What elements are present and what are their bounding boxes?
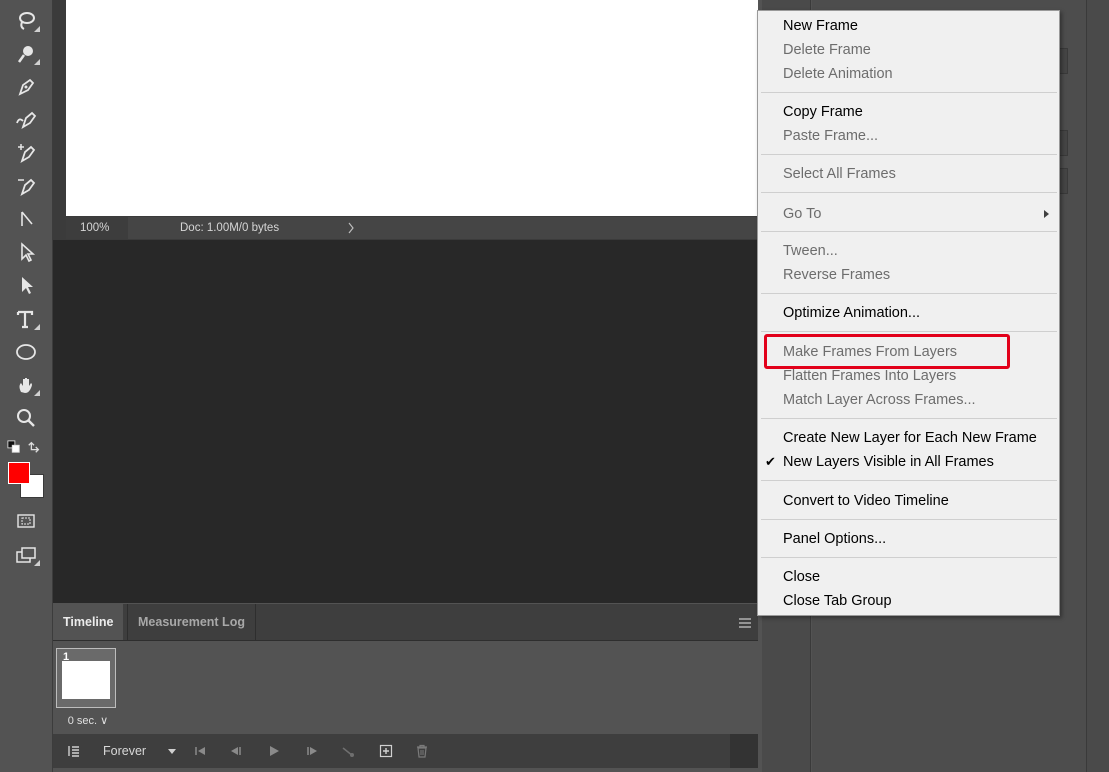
freeform-pen-icon[interactable] — [12, 107, 40, 133]
menu-item-go-to[interactable]: Go To — [758, 202, 1059, 226]
menu-separator — [761, 480, 1057, 481]
lasso-icon[interactable] — [12, 8, 40, 34]
menu-separator — [761, 519, 1057, 520]
delete-anchor-point-icon[interactable] — [12, 173, 40, 199]
menu-separator — [761, 418, 1057, 419]
pen-icon[interactable] — [12, 74, 40, 100]
path-selection-icon[interactable] — [12, 239, 40, 265]
document-status-bar: 100% Doc: 1.00M/0 bytes — [66, 217, 758, 239]
direct-selection-icon[interactable] — [12, 272, 40, 298]
ellipse-icon[interactable] — [12, 339, 40, 365]
tab-timeline[interactable]: Timeline — [53, 604, 124, 640]
duplicate-frame-icon[interactable] — [377, 734, 395, 768]
menu-item-delete-frame[interactable]: Delete Frame — [758, 38, 1059, 62]
menu-item-optimize-animation[interactable]: Optimize Animation... — [758, 301, 1059, 325]
menu-item-delete-animation[interactable]: Delete Animation — [758, 62, 1059, 86]
menu-item-create-new-layer-each-frame[interactable]: Create New Layer for Each New Frame — [758, 426, 1059, 450]
trash-icon[interactable] — [413, 734, 431, 768]
menu-separator — [761, 331, 1057, 332]
tools-panel — [0, 0, 53, 772]
swap-colors-icon[interactable] — [26, 437, 42, 457]
add-anchor-point-icon[interactable] — [12, 140, 40, 166]
timeline-tab-bar: Timeline Measurement Log — [53, 604, 758, 641]
hand-rotate-icon[interactable] — [12, 372, 40, 398]
chevron-down-icon: ∨ — [100, 715, 109, 727]
menu-item-paste-frame[interactable]: Paste Frame... — [758, 124, 1059, 148]
timeline-controls: Forever — [53, 734, 758, 768]
menu-item-convert-to-video-timeline[interactable]: Convert to Video Timeline — [758, 489, 1059, 513]
timeline-controls-end — [730, 734, 758, 768]
menu-item-new-layers-visible[interactable]: ✔ New Layers Visible in All Frames — [758, 450, 1059, 474]
menu-separator — [761, 92, 1057, 93]
menu-item-tween[interactable]: Tween... — [758, 239, 1059, 263]
foreground-color-swatch[interactable] — [8, 462, 30, 484]
panel-scrollbar[interactable] — [1086, 0, 1109, 772]
menu-item-close[interactable]: Close — [758, 565, 1059, 589]
zoom-icon[interactable] — [12, 405, 40, 431]
menu-item-copy-frame[interactable]: Copy Frame — [758, 100, 1059, 124]
convert-to-video-timeline-icon[interactable] — [63, 734, 85, 768]
play-icon[interactable] — [265, 734, 283, 768]
convert-point-icon[interactable] — [12, 206, 40, 232]
animation-frame-1[interactable]: 1 — [56, 648, 116, 708]
menu-separator — [761, 557, 1057, 558]
timeline-panel-context-menu: New Frame Delete Frame Delete Animation … — [757, 10, 1060, 616]
highlight-annotation — [764, 334, 1010, 369]
quick-selection-icon[interactable] — [12, 41, 40, 67]
tween-icon[interactable] — [339, 734, 357, 768]
frame-delay-value: 0 sec. — [67, 715, 98, 727]
submenu-arrow-icon — [1044, 210, 1049, 218]
menu-item-panel-options[interactable]: Panel Options... — [758, 527, 1059, 551]
doc-size-info: Doc: 1.00M/0 bytes — [180, 222, 280, 234]
next-frame-icon[interactable] — [303, 734, 321, 768]
zoom-level[interactable]: 100% — [66, 217, 128, 239]
menu-separator — [761, 154, 1057, 155]
loop-options-select[interactable]: Forever — [103, 734, 146, 768]
panel-menu-icon[interactable] — [738, 616, 752, 628]
menu-item-match-layer-across-frames[interactable]: Match Layer Across Frames... — [758, 388, 1059, 412]
previous-frame-icon[interactable] — [227, 734, 245, 768]
loop-value: Forever — [103, 744, 147, 758]
menu-item-new-layers-visible-label: New Layers Visible in All Frames — [783, 454, 994, 470]
menu-item-reverse-frames[interactable]: Reverse Frames — [758, 263, 1059, 287]
menu-item-go-to-label: Go To — [783, 206, 822, 222]
frame-delay-dropdown[interactable]: 0 sec. ∨ — [56, 712, 120, 730]
default-colors-icon[interactable] — [6, 437, 22, 457]
menu-item-select-all-frames[interactable]: Select All Frames — [758, 162, 1059, 186]
timeline-panel: Timeline Measurement Log 1 0 sec. ∨ Fore… — [53, 604, 758, 772]
type-icon[interactable] — [12, 306, 40, 332]
checkmark-icon: ✔ — [765, 454, 776, 469]
screen-mode-icon[interactable] — [12, 542, 40, 568]
color-swatches — [8, 462, 46, 500]
frame-thumbnail — [62, 661, 110, 699]
tab-measurement-log[interactable]: Measurement Log — [127, 604, 256, 640]
menu-separator — [761, 192, 1057, 193]
menu-separator — [761, 293, 1057, 294]
menu-item-new-frame[interactable]: New Frame — [758, 14, 1059, 38]
quick-mask-icon[interactable] — [12, 508, 40, 534]
menu-separator — [761, 231, 1057, 232]
first-frame-icon[interactable] — [191, 734, 209, 768]
menu-item-close-tab-group[interactable]: Close Tab Group — [758, 589, 1059, 613]
chevron-down-icon[interactable] — [165, 734, 179, 768]
document-canvas[interactable] — [66, 0, 758, 216]
status-menu-arrow-icon[interactable] — [346, 220, 356, 236]
